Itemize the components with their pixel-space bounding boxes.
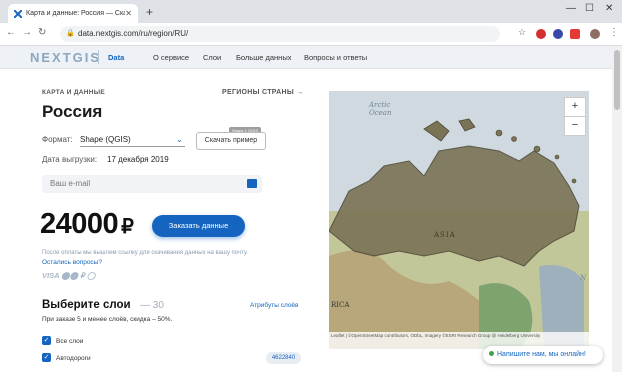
page-scrollbar[interactable] <box>612 46 622 372</box>
site-header: NEXTGIS Data О сервисе Слои Больше данны… <box>0 46 612 69</box>
region-map[interactable]: Arctic Ocean ASIA RICA N + − Leaflet | ©… <box>329 91 589 349</box>
roads-count-badge: 4622840 <box>266 352 301 364</box>
map-label-africa: RICA <box>331 301 350 309</box>
price: 24000 ₽ <box>40 208 134 241</box>
online-status-icon <box>489 351 494 356</box>
back-icon[interactable]: ← <box>6 27 16 38</box>
download-sample-button[interactable]: Скачать пример <box>196 132 266 150</box>
profile-avatar-icon[interactable] <box>590 29 600 39</box>
email-field[interactable]: Ваш e-mail <box>42 175 262 193</box>
tab-title: Карта и данные: Россия — Скач <box>26 10 126 17</box>
map-label-asia: ASIA <box>434 231 456 239</box>
new-tab-icon[interactable]: + <box>146 5 153 19</box>
close-window-icon[interactable]: ✕ <box>605 3 613 14</box>
roads-checkbox[interactable]: ✓ <box>42 353 51 362</box>
chat-widget-button[interactable]: Напишите нам, мы онлайн! <box>483 346 603 364</box>
url-field[interactable]: 🔒 data.nextgis.com/ru/region/RU/ <box>60 26 500 42</box>
scrollbar-thumb[interactable] <box>614 50 620 110</box>
export-date-value: 17 декабря 2019 <box>107 155 169 164</box>
url-text: data.nextgis.com/ru/region/RU/ <box>78 29 189 38</box>
extension-adblock-icon[interactable] <box>536 29 546 39</box>
all-layers-label: Все слои <box>56 338 84 345</box>
format-select-underline <box>80 146 185 147</box>
menu-more-data[interactable]: Больше данных <box>236 53 291 62</box>
roads-label: Автодороги <box>56 355 91 362</box>
order-data-button[interactable]: Заказать данные <box>152 215 245 237</box>
zoom-out-button[interactable]: − <box>564 116 586 136</box>
tab-close-icon[interactable]: ✕ <box>125 9 132 18</box>
menu-layers[interactable]: Слои <box>203 53 221 62</box>
payment-note: После оплаты мы вышлем ссылку для скачив… <box>42 250 248 256</box>
lock-icon: 🔒 <box>66 30 75 37</box>
layer-attributes-link[interactable]: Атрибуты слоёв <box>250 302 299 309</box>
currency-symbol: ₽ <box>121 216 134 238</box>
menu-faq[interactable]: Вопросы и ответы <box>304 53 367 62</box>
forward-icon[interactable]: → <box>22 27 32 38</box>
all-layers-checkbox[interactable]: ✓ <box>42 336 51 345</box>
browser-tabbar: Карта и данные: Россия — Скач ✕ + — ☐ ✕ <box>0 0 622 23</box>
minimize-icon[interactable]: — <box>566 3 576 14</box>
format-label: Формат: <box>42 135 73 144</box>
browser-menu-icon[interactable]: ⋮ <box>609 27 619 38</box>
email-placeholder: Ваш e-mail <box>50 179 91 188</box>
header-divider <box>98 50 99 64</box>
map-label-arctic: Arctic Ocean <box>369 101 392 117</box>
price-value: 24000 <box>40 208 119 240</box>
zoom-in-button[interactable]: + <box>564 97 586 117</box>
questions-link[interactable]: Остались вопросы? <box>42 259 102 266</box>
format-select[interactable]: Shape (QGIS) <box>80 135 131 144</box>
page-title: Россия <box>42 102 103 121</box>
menu-about[interactable]: О сервисе <box>153 53 189 62</box>
export-date-label: Дата выгрузки: <box>42 155 98 164</box>
chevron-down-icon[interactable]: ⌄ <box>176 135 183 144</box>
maximize-icon[interactable]: ☐ <box>585 3 594 14</box>
reload-icon[interactable]: ↻ <box>38 27 46 38</box>
bookmark-star-icon[interactable]: ☆ <box>518 27 526 38</box>
extension-red-icon[interactable] <box>570 29 580 39</box>
section-eyebrow: КАРТА И ДАННЫЕ <box>42 89 106 96</box>
menu-data[interactable]: Data <box>108 53 124 62</box>
discount-note: При заказе 5 и менее слоёв, скидка – 50%… <box>42 316 173 323</box>
mail-icon <box>247 179 257 188</box>
regions-link[interactable]: РЕГИОНЫ СТРАНЫ → <box>222 89 304 96</box>
address-bar: ← → ↻ 🔒 data.nextgis.com/ru/region/RU/ ☆… <box>0 23 622 46</box>
layers-count: — 30 <box>140 300 164 311</box>
extension-icon[interactable] <box>553 29 563 39</box>
chat-label: Напишите нам, мы онлайн! <box>497 351 586 358</box>
map-label-ocean: N <box>580 274 587 282</box>
nextgis-logo[interactable]: NEXTGIS <box>30 50 101 65</box>
nextgis-favicon-icon <box>14 9 22 18</box>
layers-title: Выберите слои <box>42 299 131 311</box>
browser-tab[interactable]: Карта и данные: Россия — Скач ✕ <box>8 4 138 23</box>
payment-methods-icons: VISA ⬤⬤ ₽ ◯ <box>42 271 96 280</box>
map-graphic <box>329 91 589 349</box>
